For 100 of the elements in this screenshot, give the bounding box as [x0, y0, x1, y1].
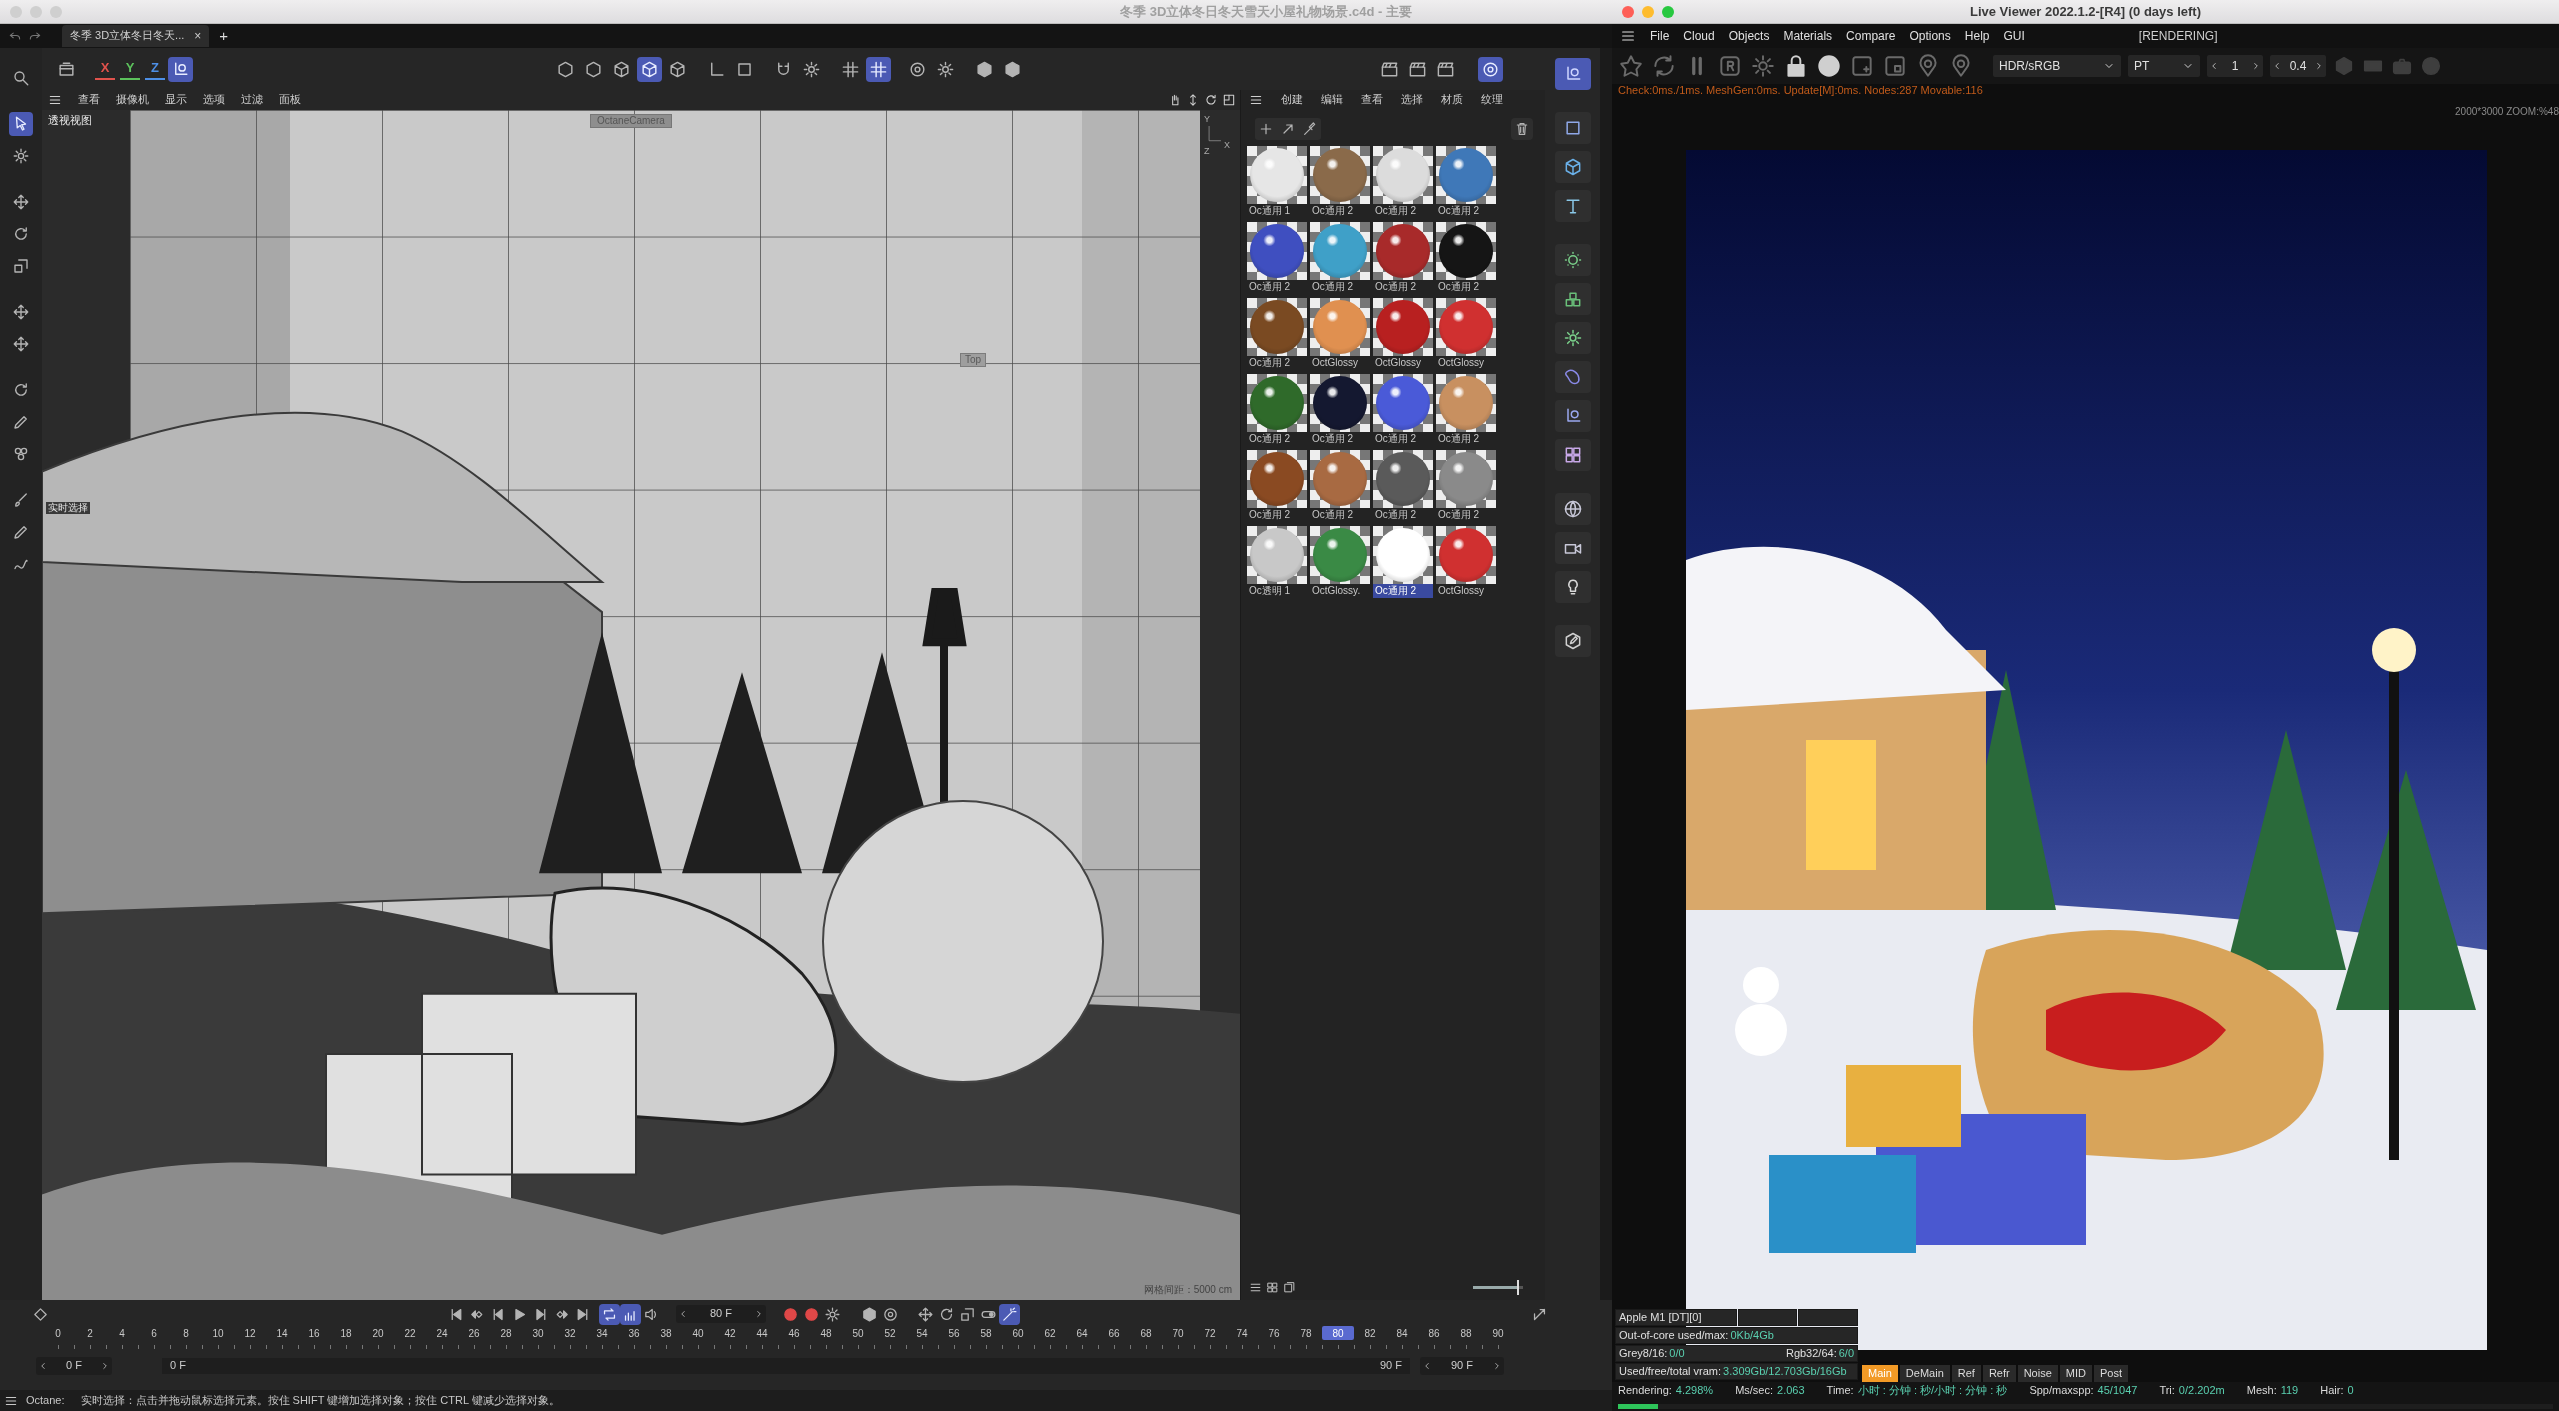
- material-name[interactable]: Oc通用 2: [1310, 432, 1370, 446]
- menu-item[interactable]: Compare: [1846, 28, 1896, 44]
- menu-item[interactable]: Objects: [1728, 28, 1770, 44]
- menu-item[interactable]: 查看: [1361, 93, 1383, 107]
- kernel-dropdown[interactable]: PT: [2128, 55, 2200, 77]
- window-title: 冬季 3D立体冬日冬天雪天小屋礼物场景.c4d - 主要: [1120, 3, 1412, 20]
- material-name[interactable]: Oc通用 2: [1436, 280, 1496, 294]
- material-name[interactable]: Oc通用 2: [1436, 204, 1496, 218]
- menu-item[interactable]: 选项: [203, 93, 225, 107]
- menu-item[interactable]: 创建: [1281, 93, 1303, 107]
- status-message: 实时选择：点击并拖动鼠标选择元素。按住 SHIFT 键增加选择对象；按住 CTRL 键减少选择对象。: [80, 1393, 560, 1408]
- device-name: Apple M1 [DT][0]: [1615, 1309, 1737, 1326]
- material-name[interactable]: Oc通用 2: [1247, 432, 1307, 446]
- render-state: [RENDERING]: [2138, 28, 2218, 44]
- axis-toggle[interactable]: Z: [145, 58, 165, 80]
- material-name[interactable]: Oc通用 2: [1373, 432, 1433, 446]
- pass-tab[interactable]: Ref: [1951, 1365, 1981, 1382]
- info-label: Used/free/total vram:: [1619, 1364, 1722, 1379]
- material-name[interactable]: Oc通用 1: [1247, 204, 1307, 218]
- start-frame-field[interactable]: 0 F: [36, 1357, 112, 1375]
- info-value: 6/0: [1838, 1346, 1854, 1361]
- frame-number: 28: [499, 1327, 513, 1340]
- material-name[interactable]: OctGlossy.: [1310, 584, 1370, 598]
- menu-item[interactable]: 材质: [1441, 93, 1463, 107]
- material-name[interactable]: Oc通用 2: [1373, 280, 1433, 294]
- axis-toggle[interactable]: X: [95, 58, 115, 80]
- range-end: 90 F: [1380, 1359, 1402, 1373]
- menu-item[interactable]: 显示: [165, 93, 187, 107]
- material-name[interactable]: Oc通用 2: [1247, 280, 1307, 294]
- menu-item[interactable]: 编辑: [1321, 93, 1343, 107]
- pass-tab[interactable]: Post: [2093, 1365, 2128, 1382]
- document-tab[interactable]: 冬季 3D立体冬日冬天... ×: [62, 25, 210, 47]
- menu-item[interactable]: Help: [1964, 28, 1990, 44]
- end-frame-field[interactable]: 90 F: [1420, 1357, 1504, 1375]
- frame-number: 76: [1267, 1327, 1281, 1340]
- menu-item[interactable]: 摄像机: [116, 93, 149, 107]
- menu-item[interactable]: Materials: [1783, 28, 1833, 44]
- frame-number: 72: [1203, 1327, 1217, 1340]
- material-name[interactable]: OctGlossy: [1373, 356, 1433, 370]
- stat-label: Rendering:: [1618, 1384, 1672, 1397]
- color-space-dropdown[interactable]: HDR/sRGB: [1993, 55, 2121, 77]
- frame-number: 20: [371, 1327, 385, 1340]
- menu-item[interactable]: 面板: [279, 93, 301, 107]
- resolution-label: 2000*3000 ZOOM:%48: [2455, 106, 2559, 118]
- stat-value: 2.063: [1777, 1384, 1805, 1397]
- frame-number: 16: [307, 1327, 321, 1340]
- grid-spacing-label: 网格间距：5000 cm: [1143, 1284, 1232, 1296]
- material-name[interactable]: Oc通用 2: [1310, 280, 1370, 294]
- frame-number: 34: [595, 1327, 609, 1340]
- menu-item[interactable]: 纹理: [1481, 93, 1503, 107]
- material-name[interactable]: Oc通用 2: [1373, 204, 1433, 218]
- frame-number: 10: [211, 1327, 225, 1340]
- frame-number: 70: [1171, 1327, 1185, 1340]
- info-value: 3.309Gb/12.703Gb/16Gb: [1723, 1364, 1847, 1379]
- menu-item[interactable]: File: [1650, 28, 1670, 44]
- menu-item[interactable]: 选择: [1401, 93, 1423, 107]
- frame-number: 68: [1139, 1327, 1153, 1340]
- material-name[interactable]: Oc通用 2: [1373, 584, 1433, 598]
- material-name[interactable]: Oc透明 1: [1247, 584, 1307, 598]
- material-name[interactable]: OctGlossy: [1310, 356, 1370, 370]
- stat-label: Tri:: [2159, 1384, 2175, 1397]
- material-name[interactable]: OctGlossy: [1436, 584, 1496, 598]
- menu-item[interactable]: Options: [1909, 28, 1951, 44]
- axis-toggle[interactable]: Y: [120, 58, 140, 80]
- frame-number: 22: [403, 1327, 417, 1340]
- tool-hint: 实时选择: [46, 502, 90, 514]
- stat-value: 4.298%: [1675, 1384, 1714, 1397]
- view-label: 透视视图: [48, 114, 92, 128]
- frame-number: 18: [339, 1327, 353, 1340]
- frame-field[interactable]: 80 F: [676, 1305, 766, 1323]
- pass-tab[interactable]: DeMain: [1899, 1365, 1950, 1382]
- pass-tab[interactable]: Noise: [2017, 1365, 2058, 1382]
- close-tab-button[interactable]: ×: [194, 28, 202, 44]
- menu-item[interactable]: GUI: [2003, 28, 2025, 44]
- material-name[interactable]: Oc通用 2: [1373, 508, 1433, 522]
- frame-number: 50: [851, 1327, 865, 1340]
- frame-number: 56: [947, 1327, 961, 1340]
- frame-number: 40: [691, 1327, 705, 1340]
- stat-value: 0: [2347, 1384, 2354, 1397]
- material-name[interactable]: Oc通用 2: [1436, 432, 1496, 446]
- frame-range-bar[interactable]: 0 F 90 F: [162, 1358, 1410, 1374]
- number-spinner[interactable]: 1: [2207, 55, 2263, 77]
- new-tab-button[interactable]: +: [219, 27, 229, 45]
- frame-number: 14: [275, 1327, 289, 1340]
- pass-tab[interactable]: Refr: [1982, 1365, 2016, 1382]
- material-name[interactable]: Oc通用 2: [1247, 356, 1307, 370]
- pass-tab[interactable]: MID: [2059, 1365, 2092, 1382]
- frame-number: 12: [243, 1327, 257, 1340]
- frame-number: 52: [883, 1327, 897, 1340]
- material-name[interactable]: Oc通用 2: [1247, 508, 1307, 522]
- menu-item[interactable]: 过滤: [241, 93, 263, 107]
- material-name[interactable]: Oc通用 2: [1310, 508, 1370, 522]
- material-name[interactable]: Oc通用 2: [1436, 508, 1496, 522]
- material-name[interactable]: Oc通用 2: [1310, 204, 1370, 218]
- playhead-marker[interactable]: 80: [1322, 1326, 1354, 1340]
- info-label: Rgb32/64:: [1785, 1346, 1837, 1361]
- material-name[interactable]: OctGlossy: [1436, 356, 1496, 370]
- menu-item[interactable]: Cloud: [1683, 28, 1715, 44]
- number-spinner[interactable]: 0.4: [2270, 55, 2326, 77]
- menu-item[interactable]: 查看: [78, 93, 100, 107]
